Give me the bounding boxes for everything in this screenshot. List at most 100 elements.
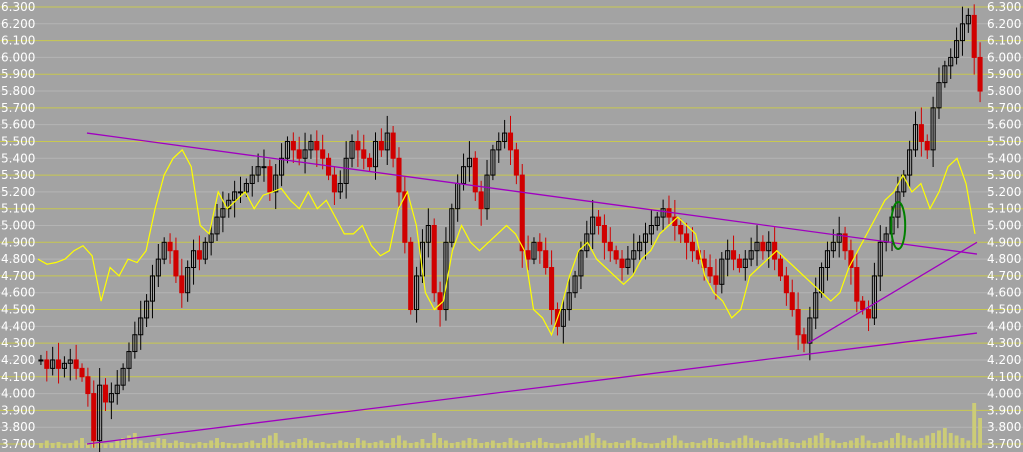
volume-bar xyxy=(643,443,648,448)
volume-bar xyxy=(901,435,906,448)
candle-body xyxy=(595,216,602,227)
volume-bar xyxy=(74,440,79,448)
candle-body xyxy=(261,166,267,169)
stock-chart: 6.300 6.200 6.100 6.000 5.900 5.800 5.700 5.600… xyxy=(0,0,1023,452)
volume-bar xyxy=(408,443,413,448)
candle-body xyxy=(678,225,684,235)
volume-bar xyxy=(262,438,266,448)
volume-bar xyxy=(127,435,131,448)
candle-body xyxy=(689,241,696,252)
candle-body xyxy=(971,14,977,58)
y-tick-label-left: 5.600 xyxy=(1,118,35,132)
volume-bar xyxy=(273,433,278,448)
volume-bar xyxy=(80,438,84,448)
candle-body xyxy=(73,359,79,369)
y-tick-label-right: 3.800 xyxy=(987,420,1021,434)
y-tick-label-right: 5.000 xyxy=(987,219,1021,233)
candle-body xyxy=(777,258,784,277)
volume-bar xyxy=(267,435,272,448)
y-tick-label-right: 3.900 xyxy=(987,403,1021,417)
volume-bar xyxy=(948,433,953,448)
volume-bar xyxy=(138,440,143,448)
volume-bar xyxy=(520,443,525,448)
candle-body xyxy=(431,225,437,294)
candle-body xyxy=(977,56,983,92)
volume-bar xyxy=(326,444,331,448)
volume-bar xyxy=(661,440,666,448)
y-tick-label-right: 6.300 xyxy=(987,0,1021,14)
candle-body xyxy=(537,241,543,252)
volume-bar xyxy=(866,440,871,448)
candle-body xyxy=(543,250,549,269)
candle-body xyxy=(173,250,179,277)
volume-bar xyxy=(397,435,401,448)
volume-bar xyxy=(332,443,337,448)
volume-bar xyxy=(743,435,748,448)
volume-bar xyxy=(179,442,184,448)
y-axis-left: 6.300 6.200 6.100 6.000 5.900 5.800 5.700 5.600… xyxy=(1,0,35,451)
volume-bar xyxy=(620,443,624,448)
y-tick-label-right: 4.900 xyxy=(987,235,1021,249)
candle-body xyxy=(437,292,443,311)
y-tick-label-left: 3.900 xyxy=(1,403,35,417)
y-tick-label-left: 6.300 xyxy=(1,0,35,14)
volume-bar xyxy=(68,443,73,448)
volume-bar xyxy=(719,442,724,448)
volume-bar xyxy=(725,443,730,448)
candle-body xyxy=(783,275,789,294)
volume-bar xyxy=(226,443,231,448)
volume-bar xyxy=(802,440,806,448)
y-tick-label-left: 5.800 xyxy=(1,84,35,98)
volume-bar xyxy=(355,438,360,448)
volume-bar xyxy=(614,442,619,448)
volume-bar xyxy=(942,428,947,448)
volume-bar xyxy=(291,442,296,448)
volume-bar xyxy=(461,440,466,448)
volume-bar xyxy=(625,440,630,448)
volume-bar xyxy=(549,443,554,448)
y-tick-label-right: 6.100 xyxy=(987,34,1021,48)
y-tick-label-left: 5.000 xyxy=(1,219,35,233)
volume-bar xyxy=(766,443,771,448)
volume-bar xyxy=(309,440,313,448)
volume-bar xyxy=(543,442,548,448)
volume-bar xyxy=(414,442,419,448)
y-tick-label-right: 4.300 xyxy=(987,336,1021,350)
volume-bar xyxy=(44,440,49,448)
volume-bar xyxy=(490,440,495,448)
volume-bar xyxy=(678,440,683,448)
y-tick-label-left: 4.200 xyxy=(1,353,35,367)
candle-body xyxy=(472,157,478,193)
candle-body xyxy=(290,140,296,151)
volume-bar xyxy=(884,440,889,448)
y-tick-label-right: 4.700 xyxy=(987,269,1021,283)
volume-bar xyxy=(696,443,701,448)
y-tick-label-left: 6.000 xyxy=(1,50,35,64)
candle-body xyxy=(55,359,62,369)
volume-bar xyxy=(502,442,507,448)
candle-body xyxy=(179,275,185,294)
volume-bar xyxy=(444,440,448,448)
y-tick-label-right: 5.100 xyxy=(987,202,1021,216)
volume-bar xyxy=(526,442,531,448)
candle-body xyxy=(760,241,766,252)
volume-bar xyxy=(156,438,161,448)
y-tick-label-left: 4.300 xyxy=(1,336,35,350)
volume-bar xyxy=(790,442,795,448)
candle-body xyxy=(367,157,373,168)
candle-body xyxy=(601,225,607,243)
candle-body xyxy=(91,393,97,442)
candle-body xyxy=(296,149,302,159)
candle-body xyxy=(44,359,50,369)
candle-body xyxy=(237,191,244,194)
candle-body xyxy=(167,241,173,252)
candle-body xyxy=(79,367,85,378)
volume-bar xyxy=(796,443,801,448)
volume-bar xyxy=(772,440,777,448)
candle-body xyxy=(795,309,801,336)
volume-bar xyxy=(567,442,572,448)
y-tick-label-left: 4.400 xyxy=(1,319,35,333)
volume-bar xyxy=(637,442,642,448)
volume-bar xyxy=(467,438,472,448)
volume-bar xyxy=(878,442,883,448)
